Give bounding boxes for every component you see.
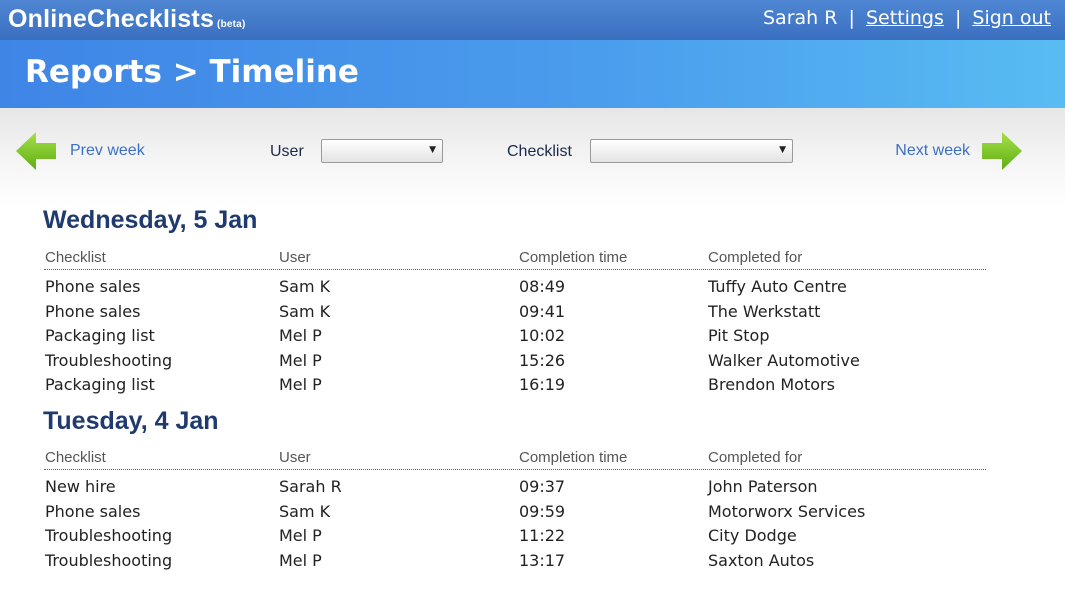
customer-cell: Saxton Autos: [708, 550, 815, 570]
dropdown-caret-icon: ▼: [429, 145, 436, 155]
user-cell: Mel P: [279, 550, 322, 570]
table-header: Checklist User Completion time Completed…: [44, 447, 986, 470]
time-cell: 13:17: [519, 550, 566, 570]
checklist-cell: Troubleshooting: [45, 350, 173, 370]
customer-cell: Pit Stop: [708, 326, 770, 345]
customer-cell: Tuffy Auto Centre: [708, 277, 847, 296]
time-cell: 11:22: [519, 526, 566, 545]
time-cell: 09:41: [519, 301, 566, 321]
user-cell: Mel P: [279, 526, 322, 545]
checklist-cell: Phone sales: [45, 277, 141, 296]
column-header-completed-for: Completed for: [708, 249, 803, 266]
customer-cell: Walker Automotive: [708, 350, 860, 370]
title-bar: Reports > Timeline: [0, 40, 1065, 108]
right-arrow-icon: [982, 132, 1022, 170]
user-cell: Sam K: [279, 501, 331, 521]
time-cell: 09:37: [519, 477, 566, 496]
customer-cell: The Werkstatt: [708, 301, 821, 321]
column-header-completion-time: Completion time: [519, 449, 628, 466]
checklist-cell: Phone sales: [45, 501, 141, 521]
table-row[interactable]: Phone sales Sam K 09:59 Motorworx Servic…: [44, 500, 986, 525]
time-cell: 09:59: [519, 501, 566, 521]
user-cell: Mel P: [279, 326, 322, 345]
column-header-completion-time: Completion time: [519, 249, 628, 266]
checklist-cell: Packaging list: [45, 375, 155, 394]
checklist-cell: Troubleshooting: [45, 526, 173, 545]
user-cell: Sam K: [279, 301, 331, 321]
top-bar: OnlineChecklists (beta) Sarah R | Setting…: [0, 0, 1065, 40]
user-filter-label: User: [270, 143, 304, 160]
app-name: OnlineChecklists: [8, 5, 215, 33]
sign-out-link[interactable]: Sign out: [972, 7, 1051, 29]
timeline-table: Checklist User Completion time Completed…: [44, 247, 986, 398]
user-nav: Sarah R | Settings | Sign out: [763, 7, 1051, 29]
customer-cell: Brendon Motors: [708, 375, 835, 394]
column-header-user: User: [279, 449, 311, 466]
prev-week-label: Prev week: [70, 142, 145, 159]
dropdown-caret-icon: ▼: [779, 145, 786, 155]
page-title: Reports > Timeline: [25, 54, 359, 90]
table-header: Checklist User Completion time Completed…: [44, 247, 986, 270]
table-body: New hire Sarah R 09:37 John Paterson Pho…: [44, 470, 986, 573]
checklist-cell: Troubleshooting: [45, 550, 173, 570]
left-arrow-icon: [16, 132, 56, 170]
checklist-cell: Phone sales: [45, 301, 141, 321]
day-heading: Wednesday, 5 Jan: [43, 206, 258, 234]
user-cell: Mel P: [279, 375, 322, 394]
prev-week-button[interactable]: Prev week: [16, 131, 145, 171]
user-select[interactable]: ▼: [321, 139, 443, 163]
table-row[interactable]: Packaging list Mel P 10:02 Pit Stop: [44, 324, 986, 349]
column-header-user: User: [279, 249, 311, 266]
customer-cell: John Paterson: [708, 477, 818, 496]
checklist-cell: Packaging list: [45, 326, 155, 345]
table-row[interactable]: Phone sales Sam K 08:49 Tuffy Auto Centr…: [44, 275, 986, 300]
day-heading: Tuesday, 4 Jan: [43, 407, 219, 435]
table-row[interactable]: Troubleshooting Mel P 15:26 Walker Autom…: [44, 349, 986, 374]
table-body: Phone sales Sam K 08:49 Tuffy Auto Centr…: [44, 270, 986, 398]
time-cell: 16:19: [519, 375, 566, 394]
app-logo[interactable]: OnlineChecklists (beta): [8, 5, 245, 34]
user-cell: Sam K: [279, 277, 331, 296]
table-row[interactable]: Troubleshooting Mel P 11:22 City Dodge: [44, 524, 986, 549]
filter-toolbar: Prev week User ▼ Checklist ▼ Next week: [0, 108, 1065, 208]
table-row[interactable]: Troubleshooting Mel P 13:17 Saxton Autos: [44, 549, 986, 574]
timeline-table: Checklist User Completion time Completed…: [44, 447, 986, 573]
user-cell: Mel P: [279, 350, 322, 370]
time-cell: 08:49: [519, 277, 566, 296]
column-header-checklist: Checklist: [45, 449, 106, 466]
checklist-filter-label: Checklist: [507, 143, 572, 160]
current-user: Sarah R: [763, 7, 838, 29]
table-row[interactable]: New hire Sarah R 09:37 John Paterson: [44, 475, 986, 500]
checklist-select[interactable]: ▼: [590, 139, 793, 163]
nav-separator: |: [848, 7, 855, 29]
settings-link[interactable]: Settings: [866, 7, 944, 29]
nav-separator: |: [954, 7, 962, 29]
time-cell: 10:02: [519, 326, 566, 345]
table-row[interactable]: Packaging list Mel P 16:19 Brendon Motor…: [44, 373, 986, 398]
table-row[interactable]: Phone sales Sam K 09:41 The Werkstatt: [44, 300, 986, 325]
column-header-completed-for: Completed for: [708, 449, 803, 466]
customer-cell: Motorworx Services: [708, 501, 866, 521]
column-header-checklist: Checklist: [45, 249, 106, 266]
user-cell: Sarah R: [279, 477, 342, 496]
customer-cell: City Dodge: [708, 526, 797, 545]
next-week-label: Next week: [895, 142, 970, 159]
beta-badge: (beta): [217, 19, 246, 30]
next-week-button[interactable]: Next week: [895, 131, 1022, 171]
time-cell: 15:26: [519, 350, 566, 370]
checklist-cell: New hire: [45, 477, 116, 496]
